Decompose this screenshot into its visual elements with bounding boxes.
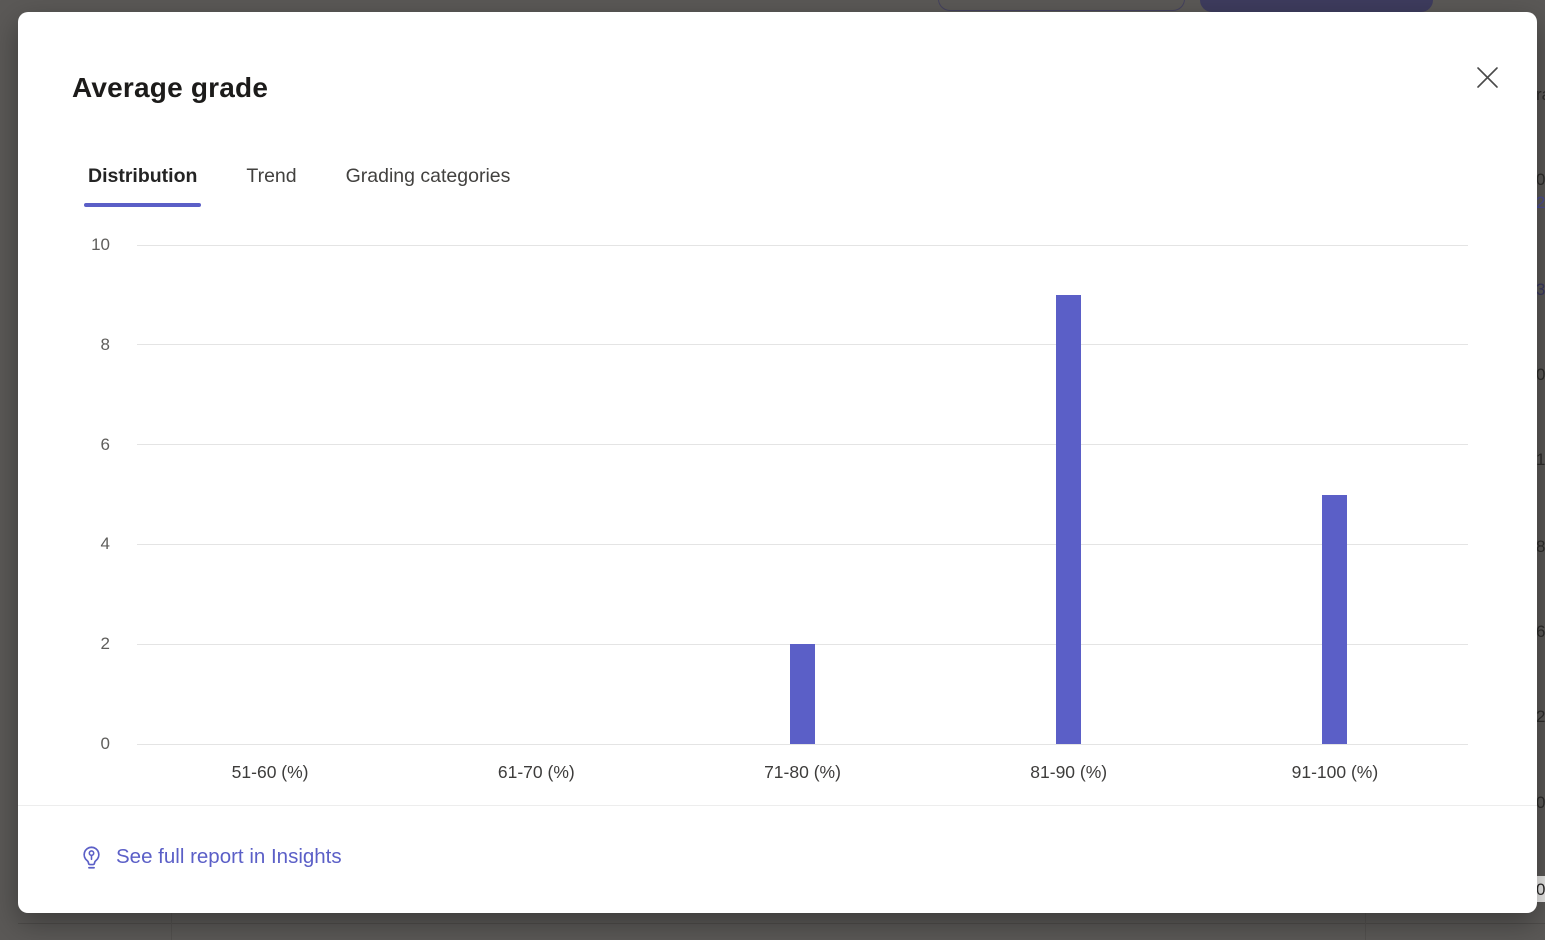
tab-bar: Distribution Trend Grading categories [84,163,555,207]
bar-cell [936,245,1202,744]
bar-cell [403,245,669,744]
close-button[interactable] [1468,58,1506,96]
x-tick-label: 71-80 (%) [669,759,935,785]
background-table-divider [1365,913,1366,940]
background-text-fragment: 0 [1536,169,1545,191]
bar-cell [669,245,935,744]
y-tick-label-8: 8 [40,334,110,356]
bar-cell [137,245,403,744]
x-axis-labels: 51-60 (%)61-70 (%)71-80 (%)81-90 (%)91-1… [137,759,1468,785]
tab-distribution[interactable]: Distribution [84,163,201,207]
dialog-title: Average grade [72,72,268,104]
insights-lightbulb-icon [78,844,105,871]
y-tick-label-4: 4 [40,533,110,555]
y-tick-label-6: 6 [40,434,110,456]
bar-81-90 (%) [1056,295,1081,744]
see-full-report-link[interactable]: See full report in Insights [78,843,342,871]
bar-91-100 (%) [1322,495,1347,745]
tab-grading-categories[interactable]: Grading categories [342,163,515,207]
plot-area [137,245,1468,744]
background-text-fragment: 3 [1536,279,1545,301]
x-tick-label: 91-100 (%) [1202,759,1468,785]
y-axis-labels: 0246810 [40,245,110,744]
x-tick-label: 51-60 (%) [137,759,403,785]
background-text-fragment: 0 [1536,792,1545,814]
background-table-divider [171,913,172,940]
bars [137,245,1468,744]
background-text-fragment: ra [1536,84,1545,106]
background-outlined-button-fragment [938,0,1185,11]
screen: ra0230186200 Average grade DistributionT… [0,0,1545,940]
tab-trend[interactable]: Trend [242,163,300,207]
background-text-fragment: 6 [1536,621,1545,643]
x-tick-label: 81-90 (%) [936,759,1202,785]
y-tick-label-0: 0 [40,733,110,755]
y-tick-label-10: 10 [40,234,110,256]
average-grade-dialog: Average grade Distribution Trend Grading c… [18,12,1537,913]
background-primary-button-fragment [1200,0,1433,12]
x-tick-label: 61-70 (%) [403,759,669,785]
background-text-fragment: 2 [1536,706,1545,728]
bar-cell [1202,245,1468,744]
background-text-fragment: 1 [1536,449,1545,471]
background-text-fragment: 2 [1536,192,1545,214]
background-text-fragment: 0 [1536,364,1545,386]
background-text-fragment: 8 [1536,536,1545,558]
background-table-line [18,923,1545,924]
bar-71-80 (%) [790,644,815,744]
background-text-fragment: 0 [1536,879,1545,901]
y-tick-label-2: 2 [40,633,110,655]
close-icon [1476,66,1499,89]
see-full-report-label: See full report in Insights [116,843,342,871]
footer-divider [18,805,1537,806]
